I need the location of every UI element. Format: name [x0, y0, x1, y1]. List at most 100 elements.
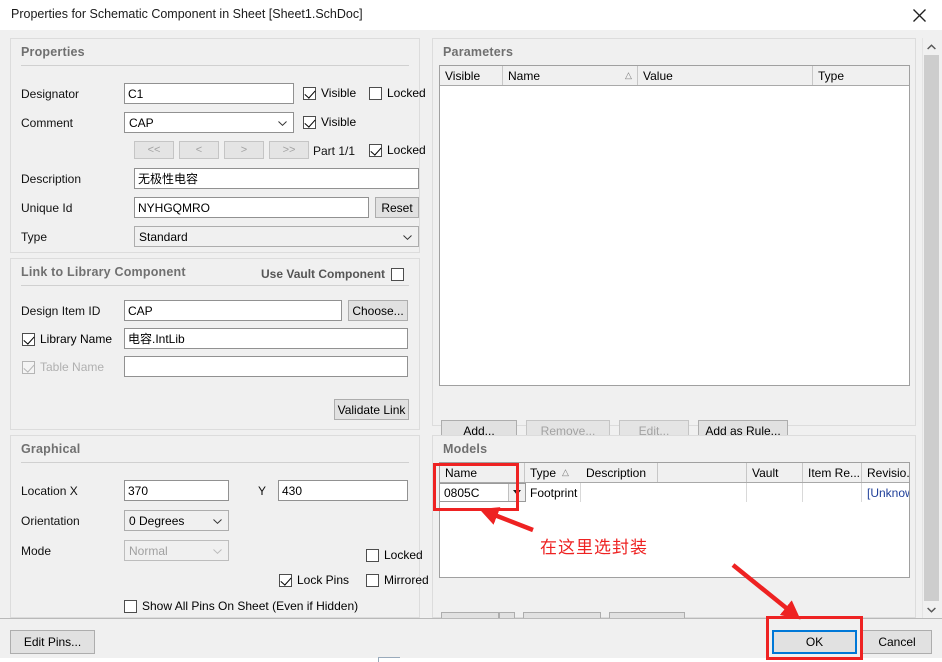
part-first-button[interactable]: <<: [134, 141, 174, 159]
checkbox-box: [22, 332, 35, 346]
type-label: Type: [21, 230, 48, 244]
description-input[interactable]: [134, 168, 419, 189]
column-header-value[interactable]: Value: [638, 66, 813, 85]
column-header-vault[interactable]: Vault: [747, 463, 803, 482]
library-name-input[interactable]: [124, 328, 408, 349]
lock-pins-label: Lock Pins: [297, 573, 350, 587]
designator-input[interactable]: [124, 83, 294, 104]
ok-button[interactable]: OK: [772, 630, 857, 654]
column-header-name[interactable]: Name: [440, 463, 525, 482]
comment-value: CAP: [129, 115, 154, 130]
scroll-up-arrow-icon[interactable]: [923, 38, 940, 55]
close-icon[interactable]: [904, 2, 934, 28]
column-header-visible[interactable]: Visible: [440, 66, 503, 85]
table-name-label: Table Name: [40, 360, 105, 374]
comment-combobox[interactable]: CAP: [124, 112, 294, 133]
ok-label: OK: [805, 635, 824, 649]
chevron-down-icon: [213, 518, 222, 524]
checkbox-box: [22, 360, 35, 374]
part-number-label: Part 1/1: [313, 144, 356, 158]
designator-locked-checkbox[interactable]: Locked: [369, 86, 426, 100]
divider: [21, 462, 409, 463]
graphical-group-title: Graphical: [21, 442, 81, 456]
design-item-id-label: Design Item ID: [21, 304, 101, 318]
part-prev-button[interactable]: <: [179, 141, 219, 159]
design-item-id-input[interactable]: [124, 300, 342, 321]
sort-ascending-icon: △: [625, 70, 632, 80]
part-locked-label: Locked: [387, 143, 426, 157]
column-header-name[interactable]: Name: [503, 66, 638, 85]
checkbox-box: [303, 86, 316, 100]
scroll-down-arrow-icon[interactable]: [923, 601, 940, 618]
unique-id-label: Unique Id: [21, 201, 73, 215]
orientation-value: 0 Degrees: [129, 513, 185, 528]
mode-combobox[interactable]: Normal: [124, 540, 229, 561]
part-next-button[interactable]: >: [224, 141, 264, 159]
graphical-group: Graphical Location X Y Orientation 0 Deg…: [10, 435, 429, 638]
mode-value: Normal: [129, 543, 168, 558]
cancel-label: Cancel: [878, 635, 916, 649]
comment-visible-label: Visible: [321, 115, 357, 129]
model-item-revision-value: [803, 483, 862, 502]
table-row[interactable]: 0805C Footprint [Unknown: [440, 483, 909, 502]
type-value: Standard: [139, 229, 188, 244]
checkbox-box: [303, 115, 316, 129]
edit-pins-button[interactable]: Edit Pins...: [10, 630, 95, 654]
checkbox-box: [369, 86, 382, 100]
model-revision-value: [Unknown: [867, 485, 909, 500]
parameters-group-title: Parameters: [443, 45, 514, 59]
column-header-item-revision[interactable]: Item Re...: [803, 463, 862, 482]
table-name-input[interactable]: [124, 356, 408, 377]
model-type-value: Footprint: [525, 483, 581, 502]
properties-group-title: Properties: [21, 45, 85, 59]
type-combobox[interactable]: Standard: [134, 226, 419, 247]
chevron-down-icon[interactable]: [508, 484, 525, 501]
model-name-combobox[interactable]: 0805C: [440, 483, 526, 502]
model-vault-value: [747, 483, 803, 502]
divider: [21, 65, 409, 66]
column-header-type[interactable]: Type: [813, 66, 909, 85]
comment-visible-checkbox[interactable]: Visible: [303, 115, 356, 129]
use-vault-checkbox[interactable]: Use Vault Component: [261, 267, 405, 281]
window-edge-hint: [378, 657, 400, 662]
part-locked-checkbox[interactable]: Locked: [369, 143, 426, 157]
checkbox-box: [369, 143, 382, 157]
mirrored-checkbox[interactable]: Mirrored: [366, 573, 429, 587]
table-name-checkbox[interactable]: Table Name: [22, 360, 104, 374]
column-header-revision[interactable]: Revisio...: [862, 463, 909, 482]
location-label: Location X: [21, 484, 78, 498]
use-vault-label: Use Vault Component: [261, 267, 386, 281]
chevron-down-icon: [213, 548, 222, 554]
orientation-label: Orientation: [21, 514, 80, 528]
designator-visible-checkbox[interactable]: Visible: [303, 86, 356, 100]
dialog-body: Properties Designator Visible Locked Com…: [0, 30, 942, 638]
show-all-pins-checkbox[interactable]: Show All Pins On Sheet (Even if Hidden): [124, 599, 358, 613]
designator-visible-label: Visible: [321, 86, 357, 100]
column-header-description[interactable]: Description: [581, 463, 747, 482]
parameters-table[interactable]: Visible Name △ Value Type: [439, 65, 910, 386]
model-description-value: [581, 483, 747, 502]
link-library-group: Link to Library Component Use Vault Comp…: [10, 258, 420, 430]
cancel-button[interactable]: Cancel: [862, 630, 932, 654]
scrollbar-thumb[interactable]: [924, 55, 939, 601]
orientation-combobox[interactable]: 0 Degrees: [124, 510, 229, 531]
dialog-scrollbar[interactable]: [922, 38, 940, 618]
reset-button[interactable]: Reset: [375, 197, 419, 218]
window-title: Properties for Schematic Component in Sh…: [11, 7, 363, 21]
graphical-locked-label: Locked: [384, 548, 423, 562]
link-group-title: Link to Library Component: [21, 265, 186, 279]
models-table[interactable]: Name Type △ Description Vault Item Re...…: [439, 462, 910, 578]
part-last-button[interactable]: >>: [269, 141, 309, 159]
location-y-label: Y: [258, 484, 267, 498]
choose-button[interactable]: Choose...: [348, 300, 408, 321]
location-y-input[interactable]: [278, 480, 408, 501]
checkbox-box: [279, 573, 292, 587]
lock-pins-checkbox[interactable]: Lock Pins: [279, 573, 349, 587]
model-name-value: 0805C: [444, 485, 480, 500]
library-name-checkbox[interactable]: Library Name: [22, 332, 112, 346]
location-x-input[interactable]: [124, 480, 229, 501]
checkbox-box: [124, 599, 137, 613]
validate-link-button[interactable]: Validate Link: [334, 399, 409, 420]
unique-id-input[interactable]: [134, 197, 369, 218]
graphical-locked-checkbox[interactable]: Locked: [366, 548, 423, 562]
